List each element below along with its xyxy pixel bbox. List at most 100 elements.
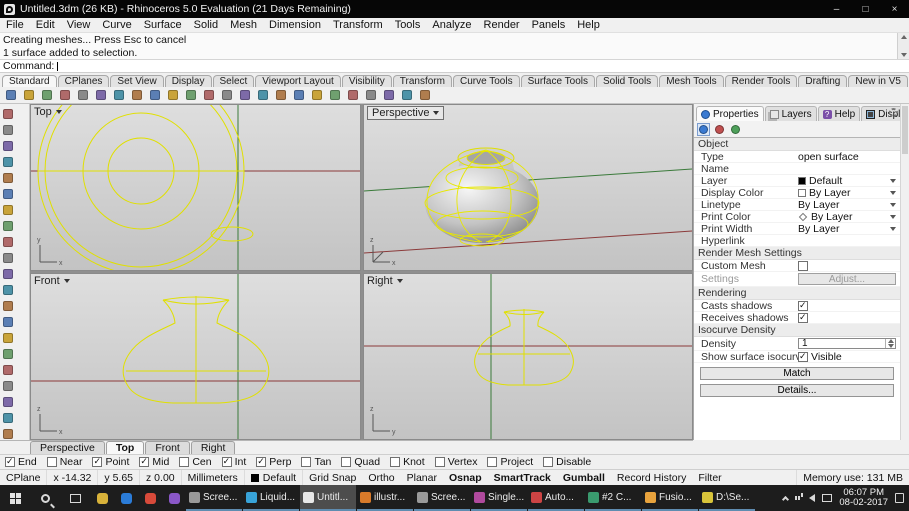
render-icon[interactable] xyxy=(291,88,306,103)
osnap-tan[interactable]: Tan xyxy=(301,456,331,468)
name-row[interactable]: Name xyxy=(694,163,900,175)
menu-dimension[interactable]: Dimension xyxy=(263,19,327,31)
osnap-vertex[interactable]: Vertex xyxy=(434,456,477,468)
free-form-curve-icon[interactable] xyxy=(0,202,15,217)
taskbar-app-3-illustr[interactable]: illustr... xyxy=(357,485,413,511)
chevron-down-icon[interactable] xyxy=(888,178,898,183)
menu-render[interactable]: Render xyxy=(478,19,526,31)
keyboard-icon[interactable] xyxy=(822,494,833,502)
match-button[interactable]: Match xyxy=(700,367,894,380)
panel-gear-icon[interactable] xyxy=(889,108,898,117)
volume-icon[interactable] xyxy=(809,494,816,502)
menu-view[interactable]: View xyxy=(61,19,97,31)
select-icon[interactable] xyxy=(0,106,15,121)
status-toggle-osnap[interactable]: Osnap xyxy=(443,470,488,485)
toolbar-tab-render-tools[interactable]: Render Tools xyxy=(724,75,798,87)
toolbar-tab-visibility[interactable]: Visibility xyxy=(341,75,392,87)
linetype-row[interactable]: Linetype By Layer xyxy=(694,199,900,211)
details-button[interactable]: Details... xyxy=(700,384,894,397)
start-button[interactable] xyxy=(0,485,30,511)
cut-icon[interactable] xyxy=(75,88,90,103)
chevron-down-icon[interactable] xyxy=(888,214,898,219)
viewport-tab-perspective[interactable]: Perspective xyxy=(30,441,105,454)
taskbar-app-9-d-se[interactable]: D:\Se... xyxy=(699,485,755,511)
osnap-quad-checkbox[interactable] xyxy=(341,457,352,467)
new-file-icon[interactable] xyxy=(3,88,18,103)
polygon-icon[interactable] xyxy=(0,282,15,297)
minimize-button[interactable]: – xyxy=(822,0,851,18)
properties-toggle-icon[interactable] xyxy=(399,88,414,103)
arc-icon[interactable] xyxy=(0,234,15,249)
scroll-up-icon[interactable] xyxy=(900,35,907,39)
panel-tab-help[interactable]: ? Help xyxy=(817,106,861,121)
menu-edit[interactable]: Edit xyxy=(30,19,61,31)
toolbar-tab-viewport-layout[interactable]: Viewport Layout xyxy=(255,75,341,87)
panel-tab-properties[interactable]: Properties xyxy=(696,106,764,121)
revolve-icon[interactable] xyxy=(0,362,15,377)
print-icon[interactable] xyxy=(57,88,72,103)
viewport-perspective[interactable]: x z Perspective xyxy=(363,104,693,271)
light-icon[interactable] xyxy=(729,123,742,136)
panel-tab-layers[interactable]: Layers xyxy=(764,106,817,121)
point-icon[interactable] xyxy=(0,138,15,153)
taskbar-app-8-fusio[interactable]: Fusio... xyxy=(642,485,698,511)
osnap-cen-checkbox[interactable] xyxy=(179,457,190,467)
toolbar-tab-solid-tools[interactable]: Solid Tools xyxy=(596,75,659,87)
status-toggle-grid-snap[interactable]: Grid Snap xyxy=(303,470,362,485)
toolbar-tab-drafting[interactable]: Drafting xyxy=(798,75,848,87)
toolbar-tab-select[interactable]: Select xyxy=(212,75,255,87)
rectangle-icon[interactable] xyxy=(0,266,15,281)
toolbar-tab-set-view[interactable]: Set View xyxy=(110,75,164,87)
print-width-row[interactable]: Print Width By Layer xyxy=(694,223,900,235)
patch-icon[interactable] xyxy=(0,410,15,425)
density-stepper[interactable]: 1 xyxy=(798,338,896,349)
viewport-front[interactable]: x z Front xyxy=(30,273,361,440)
osnap-project-checkbox[interactable] xyxy=(487,457,498,467)
extrude-icon[interactable] xyxy=(0,346,15,361)
ellipse-icon[interactable] xyxy=(0,250,15,265)
osnap-near[interactable]: Near xyxy=(46,456,82,468)
close-button[interactable]: × xyxy=(880,0,909,18)
polyline-icon[interactable] xyxy=(0,186,15,201)
taskbar-app-4-scree[interactable]: Scree... xyxy=(414,485,470,511)
casts-shadows-checkbox[interactable] xyxy=(798,300,808,311)
osnap-project[interactable]: Project xyxy=(487,456,533,468)
taskbar-app-5-single[interactable]: Single... xyxy=(471,485,527,511)
osnap-int[interactable]: Int xyxy=(221,456,246,468)
osnap-point[interactable]: Point xyxy=(92,456,129,468)
taskbar-app-7-2-c[interactable]: #2 C... xyxy=(585,485,641,511)
stepper-arrows[interactable] xyxy=(885,339,895,348)
undo-icon[interactable] xyxy=(129,88,144,103)
toolbar-tab-cplanes[interactable]: CPlanes xyxy=(57,75,110,87)
open-file-icon[interactable] xyxy=(21,88,36,103)
osnap-vertex-checkbox[interactable] xyxy=(434,457,445,467)
solid-box-icon[interactable] xyxy=(0,426,15,441)
status-toggle-record-history[interactable]: Record History xyxy=(611,470,692,485)
object-properties-icon[interactable] xyxy=(697,122,710,136)
toolbar-tab-surface-tools[interactable]: Surface Tools xyxy=(520,75,595,87)
osnap-mid-checkbox[interactable] xyxy=(139,456,150,467)
material-icon[interactable] xyxy=(713,123,726,136)
pan-icon[interactable] xyxy=(237,88,252,103)
osnap-perp[interactable]: Perp xyxy=(256,456,291,468)
object-snap-icon[interactable] xyxy=(327,88,342,103)
clock[interactable]: 06:07 PM 08-02-2017 xyxy=(839,487,888,509)
network-icon[interactable] xyxy=(795,496,798,500)
menu-help[interactable]: Help xyxy=(571,19,606,31)
osnap-end-checkbox[interactable] xyxy=(5,456,15,467)
shade-icon[interactable] xyxy=(273,88,288,103)
circle-icon[interactable] xyxy=(0,218,15,233)
osnap-perp-checkbox[interactable] xyxy=(256,456,267,467)
layers-icon[interactable] xyxy=(381,88,396,103)
rotate-view-icon[interactable] xyxy=(255,88,270,103)
step-down-icon[interactable] xyxy=(887,343,894,348)
viewport-tab-right[interactable]: Right xyxy=(190,441,236,454)
viewport-perspective-label[interactable]: Perspective xyxy=(367,106,445,120)
point-cloud-icon[interactable] xyxy=(0,154,15,169)
command-history-scrollbar[interactable] xyxy=(897,33,909,59)
display-mode-icon[interactable] xyxy=(309,88,324,103)
help-icon[interactable] xyxy=(417,88,432,103)
task-view-button[interactable] xyxy=(60,485,90,511)
menu-tools[interactable]: Tools xyxy=(389,19,427,31)
osnap-disable[interactable]: Disable xyxy=(543,456,591,468)
